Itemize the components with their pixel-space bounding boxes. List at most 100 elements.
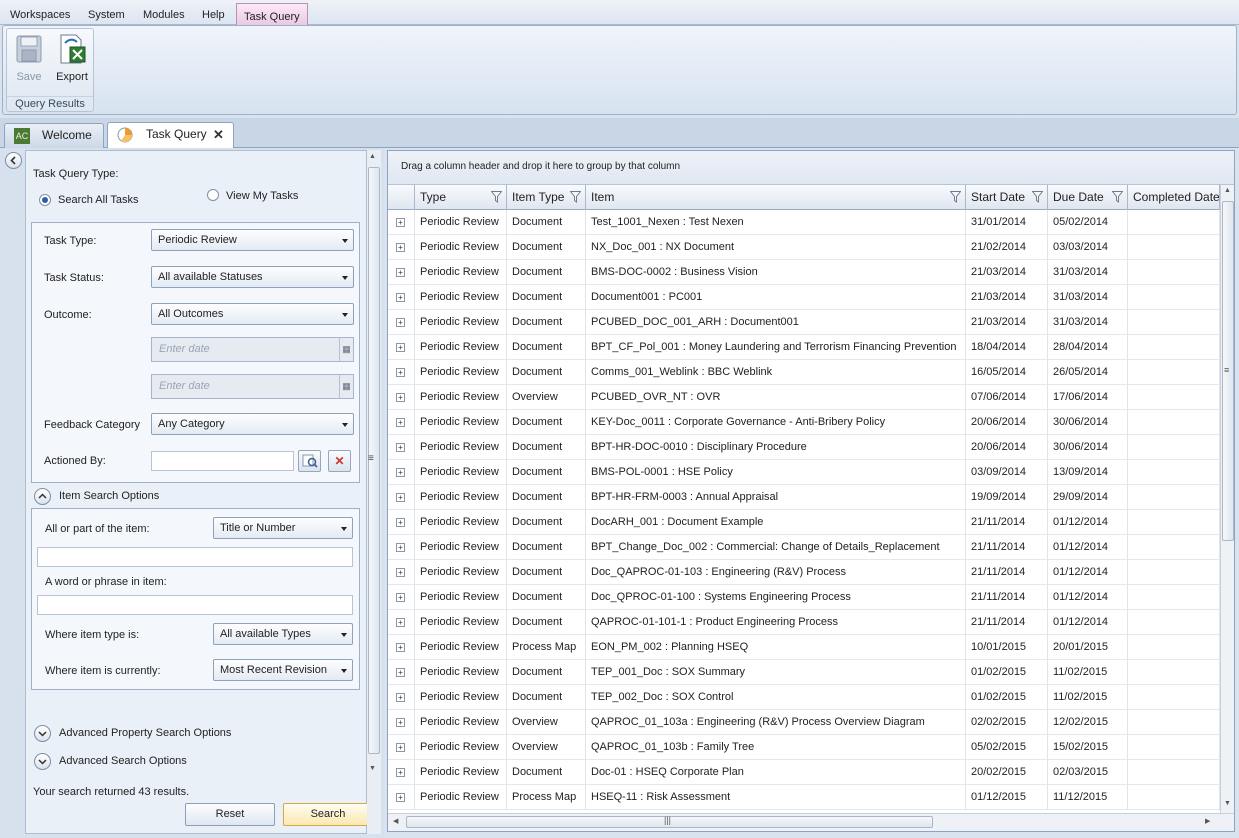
expand-adv-property-button[interactable] [34,725,51,742]
cell-start-date: 19/09/2014 [966,485,1048,510]
scroll-down-icon[interactable]: ▼ [369,765,376,772]
cell-start-date: 21/11/2014 [966,510,1048,535]
table-row[interactable]: + Periodic Review Document BPT_CF_Pol_001 :… [388,335,1220,360]
collapse-panel-button[interactable] [5,152,22,169]
tab-welcome[interactable]: AC Welcome [4,123,104,148]
item-type-select[interactable]: All available Types [213,623,353,645]
column-header-completed-date[interactable]: Completed Date [1128,185,1220,210]
grid-horizontal-scrollbar[interactable]: ◀ ||| ▶ [388,813,1234,831]
actioned-by-field[interactable] [151,451,294,471]
expand-adv-search-button[interactable] [34,753,51,770]
column-header-item-type[interactable]: Item Type [507,185,586,210]
cell-item: NX_Doc_001 : NX Document [586,235,966,260]
adv-search-title[interactable]: Advanced Search Options [59,755,187,767]
filter-icon[interactable] [1112,191,1123,203]
column-header-start-date[interactable]: Start Date [966,185,1048,210]
scroll-down-icon[interactable]: ▼ [1224,800,1231,807]
table-row[interactable]: + Periodic Review Document TEP_002_Doc : SO… [388,685,1220,710]
menu-system[interactable]: System [85,0,128,25]
table-row[interactable]: + Periodic Review Overview QAPROC_01_103b :… [388,735,1220,760]
table-row[interactable]: + Periodic Review Overview QAPROC_01_103a :… [388,710,1220,735]
menu-modules[interactable]: Modules [140,0,188,25]
table-row[interactable]: + Periodic Review Process Map EON_PM_002 : … [388,635,1220,660]
table-row[interactable]: + Periodic Review Document BMS-DOC-0002 : B… [388,260,1220,285]
table-row[interactable]: + Periodic Review Document BPT_Change_Doc_0… [388,535,1220,560]
all-or-part-select[interactable]: Title or Number [213,517,353,539]
filter-icon[interactable] [950,191,961,203]
date-from-field[interactable]: Enter date ▦ [151,337,354,362]
cell-item-type: Document [507,660,586,685]
reset-button[interactable]: Reset [185,803,275,826]
table-row[interactable]: + Periodic Review Document Doc_QPROC-01-100… [388,585,1220,610]
table-row[interactable]: + Periodic Review Document Doc_QAPROC-01-10… [388,560,1220,585]
table-row[interactable]: + Periodic Review Document BPT-HR-FRM-0003 … [388,485,1220,510]
table-row[interactable]: + Periodic Review Document KEY-Doc_0011 : C… [388,410,1220,435]
user-lookup-button[interactable] [298,450,321,472]
collapse-item-search-button[interactable] [34,488,51,505]
filter-icon[interactable] [570,191,581,203]
cell-item-type: Document [507,410,586,435]
tab-task-query[interactable]: Task Query ✕ [107,122,234,148]
item-current-select[interactable]: Most Recent Revision [213,659,353,681]
table-row[interactable]: + Periodic Review Document Document001 : PC… [388,285,1220,310]
cell-start-date: 21/11/2014 [966,610,1048,635]
cell-item: Document001 : PC001 [586,285,966,310]
cell-due-date: 12/02/2015 [1048,710,1128,735]
table-row[interactable]: + Periodic Review Document NX_Doc_001 : NX … [388,235,1220,260]
cell-completed-date [1128,710,1220,735]
phrase-field[interactable] [37,595,353,615]
table-row[interactable]: + Periodic Review Overview PCUBED_OVR_NT : … [388,385,1220,410]
table-row[interactable]: + Periodic Review Process Map HSEQ-11 : Ris… [388,785,1220,810]
cell-type: Periodic Review [415,460,507,485]
menu-workspaces[interactable]: Workspaces [7,0,73,25]
item-text-field[interactable] [37,547,353,567]
cell-type: Periodic Review [415,285,507,310]
cell-item: EON_PM_002 : Planning HSEQ [586,635,966,660]
table-row[interactable]: + Periodic Review Document Comms_001_Weblin… [388,360,1220,385]
splitter-grip-icon[interactable]: ≡ [368,453,374,464]
save-button[interactable]: Save [10,33,48,83]
table-row[interactable]: + Periodic Review Document DocARH_001 : Doc… [388,510,1220,535]
table-row[interactable]: + Periodic Review Document Test_1001_Nexen … [388,210,1220,235]
column-header-label: Completed Date [1133,190,1220,204]
row-expander-cell [388,760,415,785]
clear-actioned-by-button[interactable]: ✕ [328,450,351,472]
outcome-select[interactable]: All Outcomes [151,303,354,325]
group-by-bar[interactable]: Drag a column header and drop it here to… [388,151,1234,185]
filter-icon[interactable] [491,191,502,203]
scroll-up-icon[interactable]: ▲ [1224,187,1231,194]
table-row[interactable]: + Periodic Review Document PCUBED_DOC_001_A… [388,310,1220,335]
clear-icon: ✕ [334,454,345,468]
table-row[interactable]: + Periodic Review Document BMS-POL-0001 : H… [388,460,1220,485]
menu-task-query[interactable]: Task Query [236,3,308,26]
column-header-type[interactable]: Type [415,185,507,210]
menu-help[interactable]: Help [199,0,228,25]
table-row[interactable]: + Periodic Review Document BPT-HR-DOC-0010 … [388,435,1220,460]
calendar-icon[interactable]: ▦ [339,338,353,361]
task-status-select[interactable]: All available Statuses [151,266,354,288]
scroll-left-icon[interactable]: ◀ [393,817,398,825]
feedback-category-select[interactable]: Any Category [151,413,354,435]
radio-search-all-tasks[interactable] [39,194,51,206]
export-button[interactable]: Export [53,33,91,83]
cell-start-date: 16/05/2014 [966,360,1048,385]
close-tab-icon[interactable]: ✕ [213,123,224,146]
filter-icon[interactable] [1032,191,1043,203]
scroll-up-icon[interactable]: ▲ [369,153,376,160]
column-header-due-date[interactable]: Due Date [1048,185,1128,210]
table-row[interactable]: + Periodic Review Document Doc-01 : HSEQ Co… [388,760,1220,785]
grid-vertical-scrollbar[interactable]: ▲ ≡ ▼ [1220,185,1234,813]
radio-view-my-tasks[interactable] [207,189,219,201]
table-row[interactable]: + Periodic Review Document QAPROC-01-101-1 … [388,610,1220,635]
cell-completed-date [1128,335,1220,360]
adv-property-search-title[interactable]: Advanced Property Search Options [59,727,231,739]
search-button[interactable]: Search [283,803,373,826]
cell-item: BPT_Change_Doc_002 : Commercial: Change … [586,535,966,560]
calendar-icon[interactable]: ▦ [339,375,353,398]
task-type-select[interactable]: Periodic Review [151,229,354,251]
table-row[interactable]: + Periodic Review Document TEP_001_Doc : SO… [388,660,1220,685]
panel-scrollbar[interactable]: ▲ ▼ [367,150,381,834]
scroll-right-icon[interactable]: ▶ [1205,817,1210,825]
column-header-item[interactable]: Item [586,185,966,210]
date-to-field[interactable]: Enter date ▦ [151,374,354,399]
